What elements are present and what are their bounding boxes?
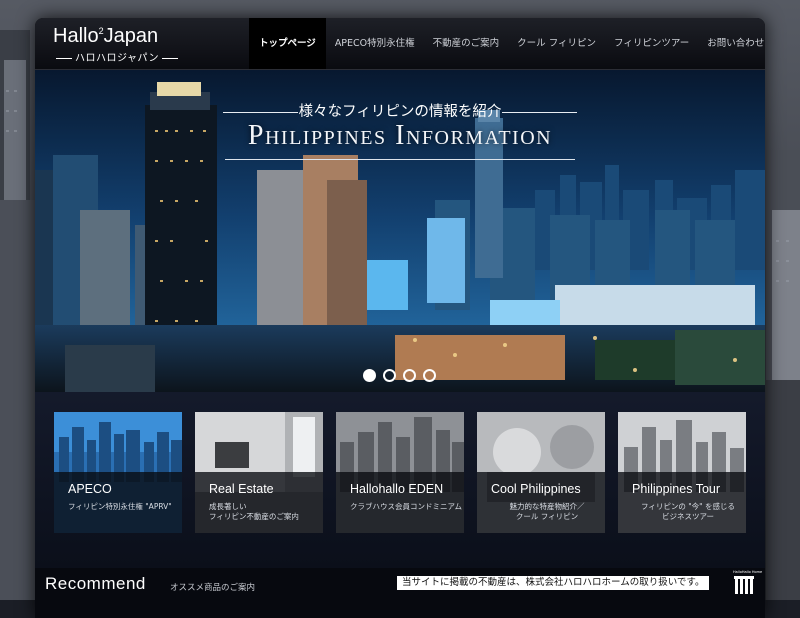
card-hallohallo-eden[interactable]: Hallohallo EDEN クラブハウス会員コンドミニアム [336, 412, 464, 533]
hallohallo-home-logo[interactable]: HalloHallo Home [733, 570, 763, 596]
card-real-estate-title: Real Estate [209, 482, 274, 496]
card-cool-title: Cool Philippines [491, 482, 581, 496]
nav-item-top[interactable]: トップページ [249, 18, 326, 69]
card-real-estate-subtitle: 成長著しい フィリピン不動産のご案内 [209, 502, 299, 521]
logo-wordmark: Hallo2Japan [53, 25, 158, 48]
nav-item-contact[interactable]: お問い合わせ [698, 18, 765, 69]
main-nav: トップページ APECO特別永住権 不動産のご案内 クール フィリピン フィリピ… [249, 18, 765, 69]
card-philippines-tour[interactable]: Philippines Tour フィリピンの "今" を感じる ビジネスツアー [618, 412, 746, 533]
notice-banner: 当サイトに掲載の不動産は、株式会社ハロハロホームの取り扱いです。 [397, 576, 710, 590]
card-eden-caption: Hallohallo EDEN クラブハウス会員コンドミニアム [336, 472, 464, 533]
hero-slider: 様々なフィリピンの情報を紹介 Philippines Information [35, 70, 765, 392]
card-cool-philippines[interactable]: Cool Philippines 魅力的な特産物紹介／ クール フィリピン [477, 412, 605, 533]
logo-main-suffix: Japan [103, 25, 159, 47]
nav-item-cool-philippines[interactable]: クール フィリピン [508, 18, 605, 69]
slider-dot-3[interactable] [403, 369, 416, 382]
recommend-title: Recommend [45, 574, 146, 593]
hero-subtitle: 様々なフィリピンの情報を紹介 [298, 104, 502, 120]
logo-superscript: 2 [98, 26, 104, 36]
card-real-estate-caption: Real Estate 成長著しい フィリピン不動産のご案内 [195, 472, 323, 533]
slider-dot-4[interactable] [423, 369, 436, 382]
page-frame: Hallo2Japan ハロハロジャパン トップページ APECO特別永住権 不… [35, 18, 765, 618]
site-header: Hallo2Japan ハロハロジャパン トップページ APECO特別永住権 不… [35, 18, 765, 70]
card-eden-subtitle: クラブハウス会員コンドミニアム [350, 502, 462, 511]
card-cool-subtitle: 魅力的な特産物紹介／ クール フィリピン [509, 502, 585, 521]
nav-item-tour[interactable]: フィリピンツアー [605, 18, 698, 69]
card-apeco[interactable]: APECO フィリピン特別永住権 "APRV" [54, 412, 182, 533]
slider-dot-2[interactable] [383, 369, 396, 382]
hero-title: Philippines Information [247, 120, 553, 151]
recommend-section: Recommend オススメ商品のご案内 当サイトに掲載の不動産は、株式会社ハロ… [35, 568, 765, 618]
card-apeco-title: APECO [68, 482, 112, 496]
card-real-estate[interactable]: Real Estate 成長著しい フィリピン不動産のご案内 [195, 412, 323, 533]
card-apeco-caption: APECO フィリピン特別永住権 "APRV" [54, 472, 182, 533]
hero-title-rule [225, 159, 575, 160]
recommend-subtitle: オススメ商品のご案内 [170, 583, 256, 593]
slider-dot-1[interactable] [363, 369, 376, 382]
slider-pagination [363, 369, 436, 382]
card-apeco-subtitle: フィリピン特別永住権 "APRV" [68, 502, 172, 511]
category-cards: APECO フィリピン特別永住権 "APRV" Real Estate 成長著し… [35, 392, 765, 568]
card-tour-subtitle: フィリピンの "今" を感じる ビジネスツアー [640, 502, 736, 521]
nav-item-real-estate[interactable]: 不動産のご案内 [424, 18, 509, 69]
hallohallo-home-logo-text: HalloHallo Home [733, 570, 763, 574]
card-cool-caption: Cool Philippines 魅力的な特産物紹介／ クール フィリピン [477, 472, 605, 533]
card-tour-caption: Philippines Tour フィリピンの "今" を感じる ビジネスツアー [618, 472, 746, 533]
site-logo[interactable]: Hallo2Japan ハロハロジャパン [53, 25, 173, 67]
hero-subtitle-rule-left [223, 112, 298, 113]
card-tour-title: Philippines Tour [632, 482, 721, 496]
card-eden-title: Hallohallo EDEN [350, 482, 444, 496]
logo-subtitle: ハロハロジャパン [53, 49, 169, 64]
hero-subtitle-rule-right [502, 112, 577, 113]
logo-main-text: Hallo [53, 25, 99, 47]
nav-item-apeco[interactable]: APECO特別永住権 [326, 18, 424, 69]
